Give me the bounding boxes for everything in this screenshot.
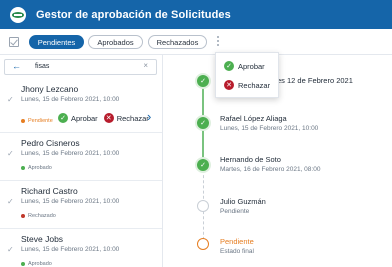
more-options-icon[interactable] (215, 35, 221, 50)
request-date: Lunes, 15 de Febrero 2021, 10:00 (21, 150, 120, 157)
check-icon: ✓ (7, 149, 14, 158)
status-dot-icon (21, 166, 25, 170)
timeline-connector (202, 124, 204, 164)
final-status-label: Estado final (220, 248, 254, 255)
status-badge: Aprobado (21, 165, 52, 171)
check-icon: ✓ (7, 197, 14, 206)
back-arrow-icon[interactable]: ← (12, 61, 21, 71)
request-date: Lunes, 15 de Febrero 2021, 10:00 (21, 246, 120, 253)
status-badge: Rechazado (21, 213, 56, 219)
approve-label: Aprobar (71, 113, 98, 123)
step-done-check-icon: ✓ (197, 75, 209, 87)
chevron-right-icon[interactable]: › (147, 109, 151, 124)
list-item[interactable]: ✓ Richard Castro Lunes, 15 de Febrero 20… (0, 181, 162, 229)
step-date: es 12 de Febrero 2021 (277, 76, 353, 85)
reject-x-icon: ✕ (224, 80, 234, 90)
menu-item-reject[interactable]: ✕ Rechazar (224, 80, 270, 90)
app-title: Gestor de aprobación de Solicitudes (36, 8, 231, 21)
filter-toolbar: Pendientes Aprobados Rechazados (0, 29, 392, 55)
tab-pendientes[interactable]: Pendientes (29, 35, 84, 49)
step-done-check-icon: ✓ (197, 159, 209, 171)
request-date: Lunes, 15 de Febrero 2021, 10:00 (21, 198, 120, 205)
request-date: Lunes, 15 de Febrero 2021, 10:00 (21, 96, 120, 103)
requester-name: Steve Jobs (21, 234, 64, 244)
status-label: Aprobado (28, 261, 52, 267)
tab-rechazados[interactable]: Rechazados (148, 35, 207, 49)
approve-button[interactable]: ✓ Aprobar (58, 113, 98, 123)
step-date: Martes, 16 de Febrero 2021, 08:00 (220, 166, 321, 173)
clear-search-icon[interactable]: × (143, 61, 148, 70)
app-logo-icon (10, 6, 26, 23)
reject-label: Rechazar (116, 113, 149, 123)
final-status: Pendiente (220, 237, 254, 246)
step-approver-name: Julio Guzmán (220, 197, 266, 206)
list-item[interactable]: ✓ Steve Jobs Lunes, 15 de Febrero 2021, … (0, 229, 162, 267)
status-dot-icon (21, 262, 25, 266)
step-date: Lunes, 15 de Febrero 2021, 10:00 (220, 125, 319, 132)
step-status: Pendiente (220, 208, 250, 215)
search-input[interactable]: ← fisas × (4, 59, 157, 75)
actions-dropdown-menu: ✓ Aprobar ✕ Rechazar (215, 52, 279, 98)
menu-item-label: Aprobar (238, 61, 265, 71)
requester-name: Richard Castro (21, 186, 78, 196)
status-label: Aprobado (28, 165, 52, 171)
app-header: Gestor de aprobación de Solicitudes (0, 0, 392, 29)
step-approver-name: Rafael López Aliaga (220, 114, 287, 123)
requester-name: Pedro Cisneros (21, 138, 80, 148)
step-done-check-icon: ✓ (197, 117, 209, 129)
final-step-circle-icon (197, 238, 209, 250)
reject-button[interactable]: ✕ Rechazar (103, 113, 149, 123)
step-open-circle-icon (197, 200, 209, 212)
status-label: Rechazado (28, 213, 56, 219)
step-approver-name: Hernando de Soto (220, 155, 281, 164)
approve-check-icon: ✓ (224, 61, 234, 71)
tab-aprobados[interactable]: Aprobados (88, 35, 143, 49)
reject-x-icon: ✕ (103, 113, 114, 123)
approve-check-icon: ✓ (58, 113, 68, 123)
menu-item-label: Rechazar (238, 80, 271, 90)
quick-actions: ✓ Aprobar ✕ Rechazar (58, 113, 155, 123)
request-list: ← fisas × ✓ Jhony Lezcano Lunes, 15 de F… (0, 55, 163, 267)
status-label: Pendiente (28, 118, 53, 124)
status-badge: Pendiente (21, 118, 53, 124)
select-all-checkbox[interactable] (9, 37, 19, 47)
status-dot-icon (21, 214, 25, 218)
check-icon: ✓ (7, 245, 14, 254)
menu-item-approve[interactable]: ✓ Aprobar (224, 61, 265, 71)
search-query: fisas (35, 63, 50, 70)
check-icon: ✓ (7, 95, 14, 104)
requester-name: Jhony Lezcano (21, 84, 79, 94)
status-badge: Aprobado (21, 261, 52, 267)
list-item[interactable]: ✓ Pedro Cisneros Lunes, 15 de Febrero 20… (0, 133, 162, 181)
status-dot-icon (21, 119, 25, 123)
list-item[interactable]: ✓ Jhony Lezcano Lunes, 15 de Febrero 202… (0, 79, 162, 133)
